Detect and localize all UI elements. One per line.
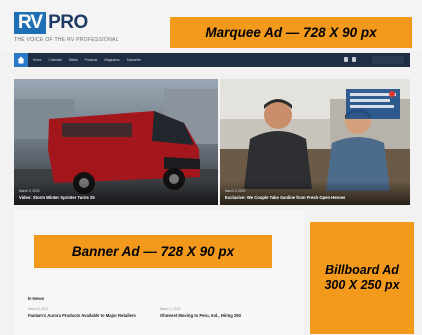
twitter-icon[interactable] <box>352 57 356 62</box>
billboard-ad-line1: Billboard Ad <box>325 263 399 277</box>
nav-item-home[interactable]: Home <box>33 58 42 62</box>
main-nav: Home Channels Media Products Magazines S… <box>14 53 410 67</box>
hero-date: March 3, 2023 <box>225 189 246 193</box>
nav-item-media[interactable]: Media <box>69 58 78 62</box>
enews-section-title: E-News <box>28 296 45 301</box>
banner-ad[interactable]: Banner Ad — 728 X 90 px <box>34 235 272 268</box>
news-title[interactable]: Ohmrest Moving to Peru, Ind., Hiring 250 <box>160 313 280 319</box>
nav-item-channels[interactable]: Channels <box>49 58 62 62</box>
facebook-icon[interactable] <box>344 57 348 62</box>
nav-item-subscribe[interactable]: Subscribe <box>127 58 141 62</box>
social-links <box>344 57 360 62</box>
nav-item-magazines[interactable]: Magazines <box>104 58 119 62</box>
news-title[interactable]: Fantam's Aurora Products Available to Ma… <box>28 313 148 319</box>
hero-title[interactable]: Exclusive: We Couple Take Sunline from F… <box>225 195 345 200</box>
search-input[interactable] <box>372 56 404 64</box>
billboard-ad-line2: 300 X 250 px <box>324 278 400 292</box>
news-date: March 3, 2023 <box>160 307 181 311</box>
logo-tagline: THE VOICE OF THE RV PROFESSIONAL <box>14 37 119 43</box>
marquee-ad[interactable]: Marquee Ad — 728 X 90 px <box>170 17 412 48</box>
hero-story-left[interactable]: March 3, 2023 Video: Storm Winter Sprint… <box>14 79 218 205</box>
logo-pro: PRO <box>48 12 88 33</box>
hero-title[interactable]: Video: Storm Winter Sprinter Turns 25 <box>19 195 95 200</box>
hero-caption: March 3, 2023 Video: Storm Winter Sprint… <box>14 181 218 205</box>
news-date: March 3, 2023 <box>28 307 49 311</box>
hero-story-right[interactable]: March 3, 2023 Exclusive: We Couple Take … <box>220 79 410 205</box>
hero-caption: March 3, 2023 Exclusive: We Couple Take … <box>220 181 410 205</box>
hero-date: March 3, 2023 <box>19 189 40 193</box>
page: RV PRO THE VOICE OF THE RV PROFESSIONAL … <box>0 0 422 335</box>
billboard-ad[interactable]: Billboard Ad 300 X 250 px <box>310 222 414 334</box>
logo-rv: RV <box>14 12 47 34</box>
site-header: RV PRO THE VOICE OF THE RV PROFESSIONAL … <box>0 0 422 52</box>
nav-item-products[interactable]: Products <box>85 58 98 62</box>
home-icon <box>17 56 25 64</box>
home-button[interactable] <box>14 53 28 67</box>
rvpro-logo[interactable]: RV PRO <box>14 10 88 36</box>
